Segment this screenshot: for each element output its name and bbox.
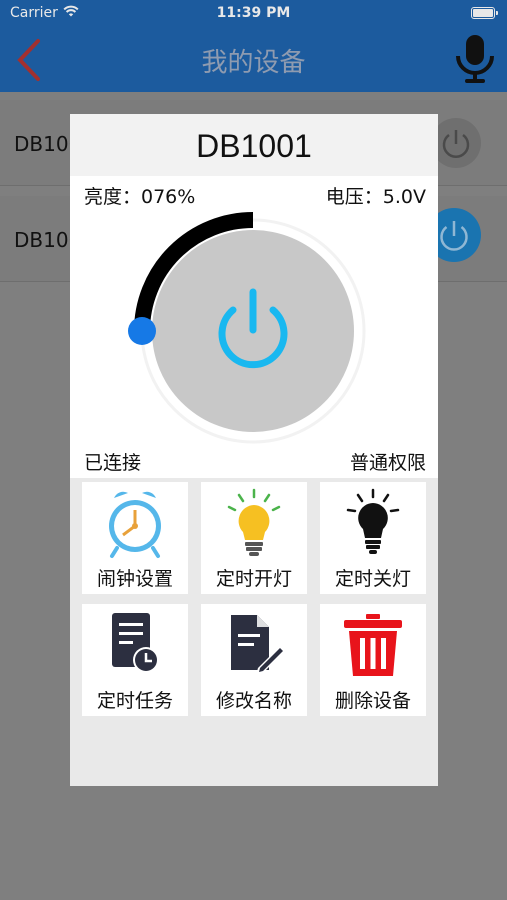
connection-status: 已连接 xyxy=(84,452,142,474)
voltage-readout: 电压：5.0V xyxy=(325,186,426,208)
timed-light-off-label: 定时关灯 xyxy=(334,568,411,590)
timed-light-on-button[interactable]: 定时开灯 xyxy=(201,482,307,594)
microphone-icon[interactable] xyxy=(453,34,497,84)
timed-light-on-label: 定时开灯 xyxy=(215,568,292,590)
dialog-header: DB1001 xyxy=(70,114,438,176)
permission-level: 普通权限 xyxy=(349,452,426,474)
alarm-settings-label: 闹钟设置 xyxy=(96,568,173,590)
status-time: 11:39 PM xyxy=(216,5,291,21)
scheduled-task-label: 定时任务 xyxy=(96,690,173,712)
trash-icon xyxy=(338,610,408,682)
scheduled-task-button[interactable]: 定时任务 xyxy=(82,604,188,716)
rename-device-label: 修改名称 xyxy=(215,690,292,712)
alarm-settings-button[interactable]: 闹钟设置 xyxy=(82,482,188,594)
alarm-clock-icon xyxy=(100,488,170,560)
delete-device-button[interactable]: 删除设备 xyxy=(320,604,426,716)
dialog-title: DB1001 xyxy=(196,128,312,164)
delete-device-label: 删除设备 xyxy=(334,690,411,712)
rename-device-button[interactable]: 修改名称 xyxy=(201,604,307,716)
page-title: 我的设备 xyxy=(201,48,306,78)
brightness-dial[interactable] xyxy=(128,206,378,456)
dial-knob xyxy=(128,317,156,345)
bulb-off-icon xyxy=(338,488,408,560)
battery-icon xyxy=(471,7,498,19)
schedule-task-icon xyxy=(100,610,170,682)
bulb-on-icon xyxy=(219,488,289,560)
top-bar: Carrier 11:39 PM 我的设备 xyxy=(0,0,507,92)
edit-document-icon xyxy=(219,610,289,682)
device-control-dialog: DB1001 亮度：076% 电压：5.0V 已连接 普通权限 闹钟设置 定时开… xyxy=(70,114,438,786)
power-toggle-button[interactable] xyxy=(431,118,481,168)
timed-light-off-button[interactable]: 定时关灯 xyxy=(320,482,426,594)
status-bar: Carrier 11:39 PM xyxy=(0,0,507,28)
brightness-readout: 亮度：076% xyxy=(84,186,196,208)
